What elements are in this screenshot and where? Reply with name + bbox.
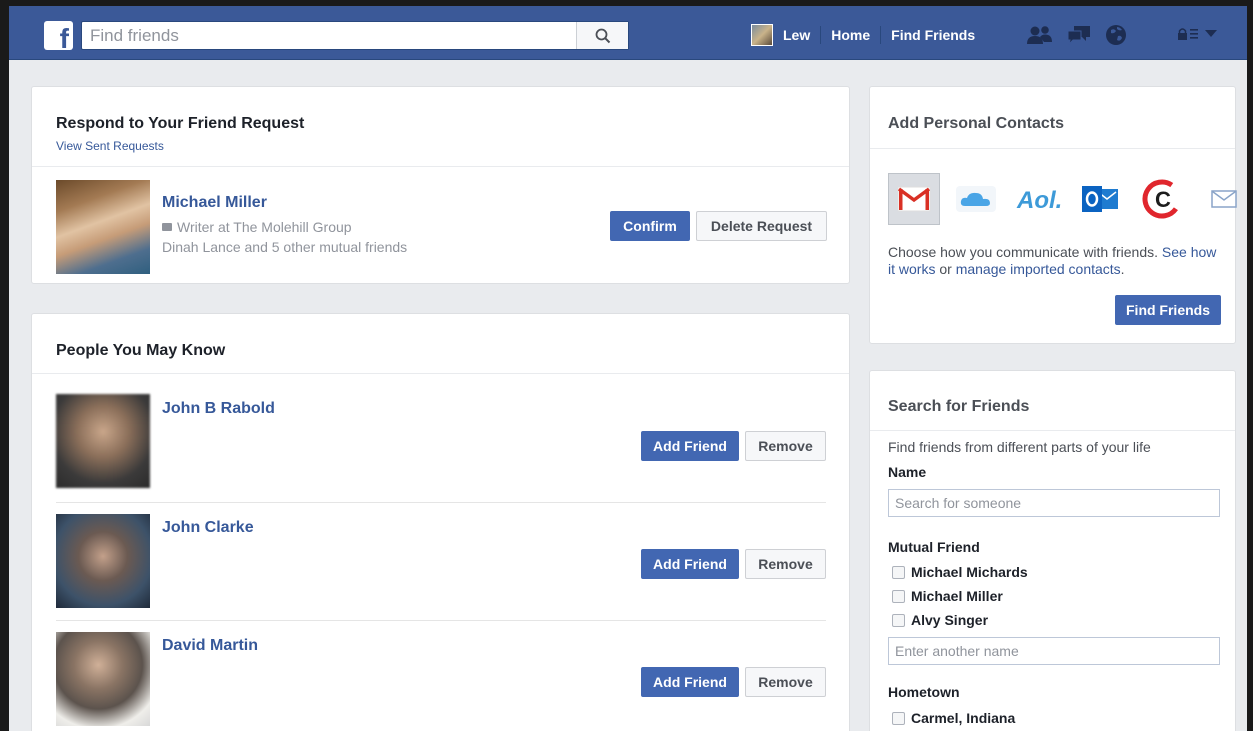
nav-find-friends-link[interactable]: Find Friends <box>881 24 985 46</box>
section-divider <box>32 166 849 167</box>
messages-icon[interactable] <box>1067 25 1091 45</box>
remove-suggestion-button[interactable]: Remove <box>745 431 826 461</box>
another-name-field <box>888 637 1220 665</box>
contacts-description: Choose how you communicate with friends.… <box>888 244 1217 277</box>
suggestion-row: John Clarke Add Friend Remove <box>56 514 826 632</box>
email-provider-list: Aol. C <box>888 173 1250 225</box>
suggestion-name[interactable]: David Martin <box>162 637 258 655</box>
search-for-friends-card: Search for Friends Find friends from dif… <box>869 370 1236 731</box>
friend-request-card: Respond to Your Friend Request View Sent… <box>31 86 850 284</box>
checkbox[interactable] <box>892 589 905 603</box>
row-divider <box>56 502 826 503</box>
suggestion-row: John B Rabold Add Friend Remove <box>56 394 826 512</box>
remove-suggestion-button[interactable]: Remove <box>745 549 826 579</box>
notifications-globe-icon[interactable] <box>1105 24 1127 46</box>
suggestion-name[interactable]: John Clarke <box>162 519 254 537</box>
search-friends-intro: Find friends from different parts of you… <box>888 439 1151 455</box>
icloud-icon[interactable] <box>950 173 1002 225</box>
hometown-option[interactable]: Carmel, Indiana <box>892 710 1015 726</box>
name-search-field <box>888 489 1220 517</box>
another-name-input[interactable] <box>889 638 1219 664</box>
search-button[interactable] <box>576 22 628 49</box>
other-email-icon[interactable] <box>1198 173 1250 225</box>
gmail-icon[interactable] <box>888 173 940 225</box>
add-personal-contacts-card: Add Personal Contacts Aol. C Choose how … <box>869 86 1237 344</box>
mutual-friend-option[interactable]: Michael Miller <box>892 588 1003 604</box>
requester-details: Writer at The Molehill Group Dinah Lance… <box>162 217 407 257</box>
manage-imported-contacts-link[interactable]: manage imported contacts <box>956 261 1121 277</box>
hometown-label: Hometown <box>888 684 960 700</box>
requester-photo[interactable] <box>56 180 150 274</box>
view-sent-requests-link[interactable]: View Sent Requests <box>56 139 304 153</box>
top-navigation-bar: f Lew Home Find Friends <box>9 6 1247 60</box>
briefcase-icon <box>162 223 172 231</box>
requester-mutual-friends: Dinah Lance and 5 other mutual friends <box>162 239 408 255</box>
people-you-may-know-card: People You May Know John B Rabold Add Fr… <box>31 313 850 731</box>
friend-requests-icon[interactable] <box>1027 25 1053 45</box>
privacy-lock-icon <box>1178 28 1198 40</box>
find-friends-button[interactable]: Find Friends <box>1115 295 1221 325</box>
section-divider <box>870 148 1235 149</box>
checkbox[interactable] <box>892 613 905 627</box>
name-search-input[interactable] <box>889 490 1219 516</box>
mutual-friend-option[interactable]: Michael Michards <box>892 564 1028 580</box>
suggestion-photo[interactable] <box>56 394 150 488</box>
search-icon <box>595 28 610 43</box>
friend-request-title: Respond to Your Friend Request <box>56 115 305 132</box>
delete-request-button[interactable]: Delete Request <box>696 211 827 241</box>
remove-suggestion-button[interactable]: Remove <box>745 667 826 697</box>
suggestion-photo[interactable] <box>56 632 150 726</box>
svg-text:Aol.: Aol. <box>1016 187 1061 214</box>
nav-jewels <box>1027 24 1127 46</box>
facebook-logo-icon[interactable]: f <box>44 21 73 53</box>
outlook-icon[interactable] <box>1074 173 1126 225</box>
menu-caret-icon <box>1205 30 1217 37</box>
name-label: Name <box>888 464 927 480</box>
search-box <box>81 21 629 50</box>
requester-name[interactable]: Michael Miller <box>162 194 267 212</box>
section-divider <box>32 373 849 374</box>
top-nav: Lew Home Find Friends <box>751 20 985 50</box>
section-divider <box>870 430 1235 431</box>
add-friend-button[interactable]: Add Friend <box>641 667 739 697</box>
checkbox[interactable] <box>892 565 905 579</box>
comcast-icon[interactable]: C <box>1136 173 1188 225</box>
suggestion-name[interactable]: John B Rabold <box>162 400 275 418</box>
nav-profile-link[interactable]: Lew <box>783 24 820 46</box>
nav-home-link[interactable]: Home <box>821 24 880 46</box>
mutual-friend-option[interactable]: Alvy Singer <box>892 612 988 628</box>
friend-request-header: Respond to Your Friend Request View Sent… <box>56 115 304 153</box>
checkbox[interactable] <box>892 711 905 725</box>
suggestion-row: David Martin Add Friend Remove <box>56 632 826 731</box>
mutual-friend-label: Mutual Friend <box>888 539 980 555</box>
confirm-button[interactable]: Confirm <box>610 211 690 241</box>
requester-work: Writer at The Molehill Group <box>162 217 407 237</box>
aol-icon[interactable]: Aol. <box>1012 173 1064 225</box>
search-input[interactable] <box>90 25 570 47</box>
suggestion-photo[interactable] <box>56 514 150 608</box>
add-friend-button[interactable]: Add Friend <box>641 431 739 461</box>
account-menu[interactable] <box>1177 28 1217 40</box>
user-avatar[interactable] <box>751 24 773 46</box>
people-you-may-know-title: People You May Know <box>56 342 226 359</box>
add-personal-contacts-title: Add Personal Contacts <box>888 115 1065 132</box>
row-divider <box>56 620 826 621</box>
search-for-friends-title: Search for Friends <box>888 398 1030 415</box>
svg-text:C: C <box>1155 187 1171 212</box>
add-friend-button[interactable]: Add Friend <box>641 549 739 579</box>
